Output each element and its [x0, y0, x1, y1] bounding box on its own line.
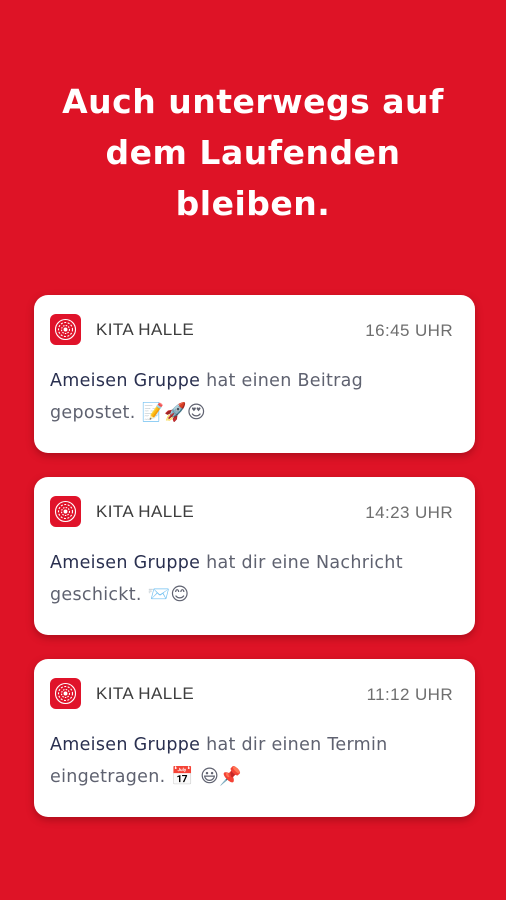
notification-card[interactable]: KITA HALLE 14:23 UHR Ameisen Gruppe hat … — [34, 477, 475, 635]
notification-card[interactable]: KITA HALLE 11:12 UHR Ameisen Gruppe hat … — [34, 659, 475, 817]
headline-line-1: Auch unterwegs auf — [62, 82, 444, 121]
notification-time: 11:12 UHR — [366, 685, 453, 704]
app-name: KITA HALLE — [96, 684, 195, 703]
message-emojis: 📝🚀😍 — [141, 402, 206, 423]
message-text-1: hat dir eine Nachricht — [200, 553, 403, 573]
message-text-2: gepostet. — [50, 403, 142, 423]
sender-name: Ameisen Gruppe — [50, 371, 201, 391]
app-logo-icon — [50, 496, 81, 527]
notification-time: 14:23 UHR — [365, 503, 453, 522]
notification-message: Ameisen Gruppe hat dir eine Nachricht ge… — [50, 547, 455, 611]
message-emojis: 📨😊 — [147, 584, 190, 605]
message-text-1: hat dir einen Termin — [200, 735, 388, 755]
app-name: KITA HALLE — [96, 502, 195, 521]
promo-headline: Auch unterwegs auf dem Laufenden bleiben… — [20, 76, 486, 229]
sender-name: Ameisen Gruppe — [50, 735, 201, 755]
message-text-2: geschickt. — [50, 585, 148, 605]
headline-line-3: bleiben. — [175, 184, 331, 223]
headline-line-2: dem Laufenden — [105, 133, 401, 172]
app-logo-icon — [50, 314, 81, 345]
notification-time: 16:45 UHR — [365, 321, 453, 340]
app-logo-icon — [50, 678, 81, 709]
notification-message: Ameisen Gruppe hat dir einen Termin eing… — [50, 729, 455, 793]
message-text-1: hat einen Beitrag — [200, 371, 364, 391]
notification-card[interactable]: KITA HALLE 16:45 UHR Ameisen Gruppe hat … — [34, 295, 475, 453]
message-emojis: 📅 😃📌 — [171, 766, 242, 787]
message-text-2: eingetragen. — [50, 767, 172, 787]
sender-name: Ameisen Gruppe — [50, 553, 201, 573]
notification-message: Ameisen Gruppe hat einen Beitrag geposte… — [50, 365, 455, 429]
app-name: KITA HALLE — [96, 320, 195, 339]
